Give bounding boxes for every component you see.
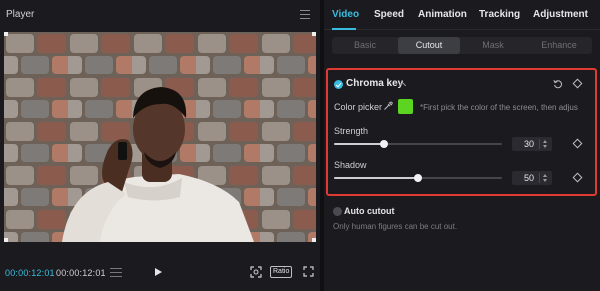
resize-handle[interactable] bbox=[312, 32, 316, 36]
strength-value: 30 bbox=[523, 139, 534, 149]
auto-cutout-note: Only human figures can be cut out. bbox=[333, 222, 458, 231]
chroma-key-checkbox[interactable] bbox=[334, 80, 343, 89]
total-timecode: 00:00:12:01 bbox=[56, 268, 106, 278]
shadow-input[interactable]: 50 bbox=[512, 171, 552, 185]
player-title: Player bbox=[6, 9, 35, 20]
fullscreen-icon[interactable] bbox=[303, 266, 314, 277]
stepper-divider bbox=[539, 173, 540, 183]
player-panel: Player 00:00:12:01 00:00:12:01 Ratio bbox=[0, 0, 320, 291]
eyedropper-icon[interactable] bbox=[383, 101, 393, 111]
ratio-button[interactable]: Ratio bbox=[270, 266, 293, 278]
increment-icon[interactable] bbox=[543, 174, 547, 177]
shadow-label: Shadow bbox=[334, 160, 367, 170]
strength-slider-knob[interactable] bbox=[380, 140, 389, 148]
decrement-icon[interactable] bbox=[543, 145, 547, 148]
reset-icon[interactable] bbox=[553, 79, 563, 89]
picked-color-swatch[interactable] bbox=[398, 99, 413, 114]
increment-icon[interactable] bbox=[543, 140, 547, 143]
inspector-panel: Video Speed Animation Tracking Adjustmen… bbox=[324, 0, 600, 291]
timeline-list-icon[interactable] bbox=[110, 268, 122, 277]
resize-handle[interactable] bbox=[4, 32, 8, 36]
shadow-slider-knob[interactable] bbox=[414, 174, 422, 182]
focus-icon[interactable] bbox=[250, 266, 262, 278]
decrement-icon[interactable] bbox=[543, 179, 547, 182]
strength-input[interactable]: 30 bbox=[512, 137, 552, 151]
cutout-subtabs: Basic Cutout Mask Enhance bbox=[332, 37, 592, 54]
current-timecode: 00:00:12:01 bbox=[5, 268, 55, 278]
play-icon[interactable] bbox=[155, 268, 162, 276]
keyframe-icon[interactable] bbox=[572, 172, 583, 183]
keyframe-icon[interactable] bbox=[572, 78, 583, 89]
video-preview[interactable] bbox=[4, 32, 316, 242]
chroma-key-section: Chroma key Color picker *First pick the … bbox=[326, 68, 597, 196]
tab-video[interactable]: Video bbox=[332, 9, 359, 20]
menu-icon[interactable] bbox=[300, 10, 310, 19]
player-header: Player bbox=[0, 0, 320, 30]
chroma-key-title: Chroma key bbox=[346, 78, 404, 89]
stepper-divider bbox=[539, 139, 540, 149]
shadow-value: 50 bbox=[523, 173, 534, 183]
keyframe-icon[interactable] bbox=[572, 138, 583, 149]
strength-label: Strength bbox=[334, 126, 369, 136]
color-picker-hint: *First pick the color of the screen, the… bbox=[420, 103, 578, 112]
subtab-enhance[interactable]: Enhance bbox=[528, 37, 590, 54]
auto-cutout-title: Auto cutout bbox=[344, 206, 395, 216]
active-tab-indicator bbox=[332, 28, 356, 30]
strength-slider-fill bbox=[334, 143, 385, 145]
tab-speed[interactable]: Speed bbox=[374, 9, 404, 20]
strength-slider[interactable] bbox=[334, 140, 502, 148]
color-picker-label: Color picker bbox=[334, 102, 383, 112]
shadow-slider-fill bbox=[334, 177, 418, 179]
inspector-tabs: Video Speed Animation Tracking Adjustmen… bbox=[324, 0, 600, 30]
shadow-slider[interactable] bbox=[334, 174, 502, 182]
auto-cutout-checkbox[interactable] bbox=[333, 207, 342, 216]
player-controls: 00:00:12:01 00:00:12:01 Ratio bbox=[0, 262, 320, 284]
tab-animation[interactable]: Animation bbox=[418, 9, 467, 20]
subtab-mask[interactable]: Mask bbox=[462, 37, 524, 54]
tab-adjustment[interactable]: Adjustment bbox=[533, 9, 588, 20]
resize-handle[interactable] bbox=[312, 238, 316, 242]
subtab-cutout[interactable]: Cutout bbox=[398, 37, 460, 54]
resize-handle[interactable] bbox=[4, 238, 8, 242]
subtab-basic[interactable]: Basic bbox=[334, 37, 396, 54]
preview-frame bbox=[4, 32, 316, 242]
tab-tracking[interactable]: Tracking bbox=[479, 9, 520, 20]
